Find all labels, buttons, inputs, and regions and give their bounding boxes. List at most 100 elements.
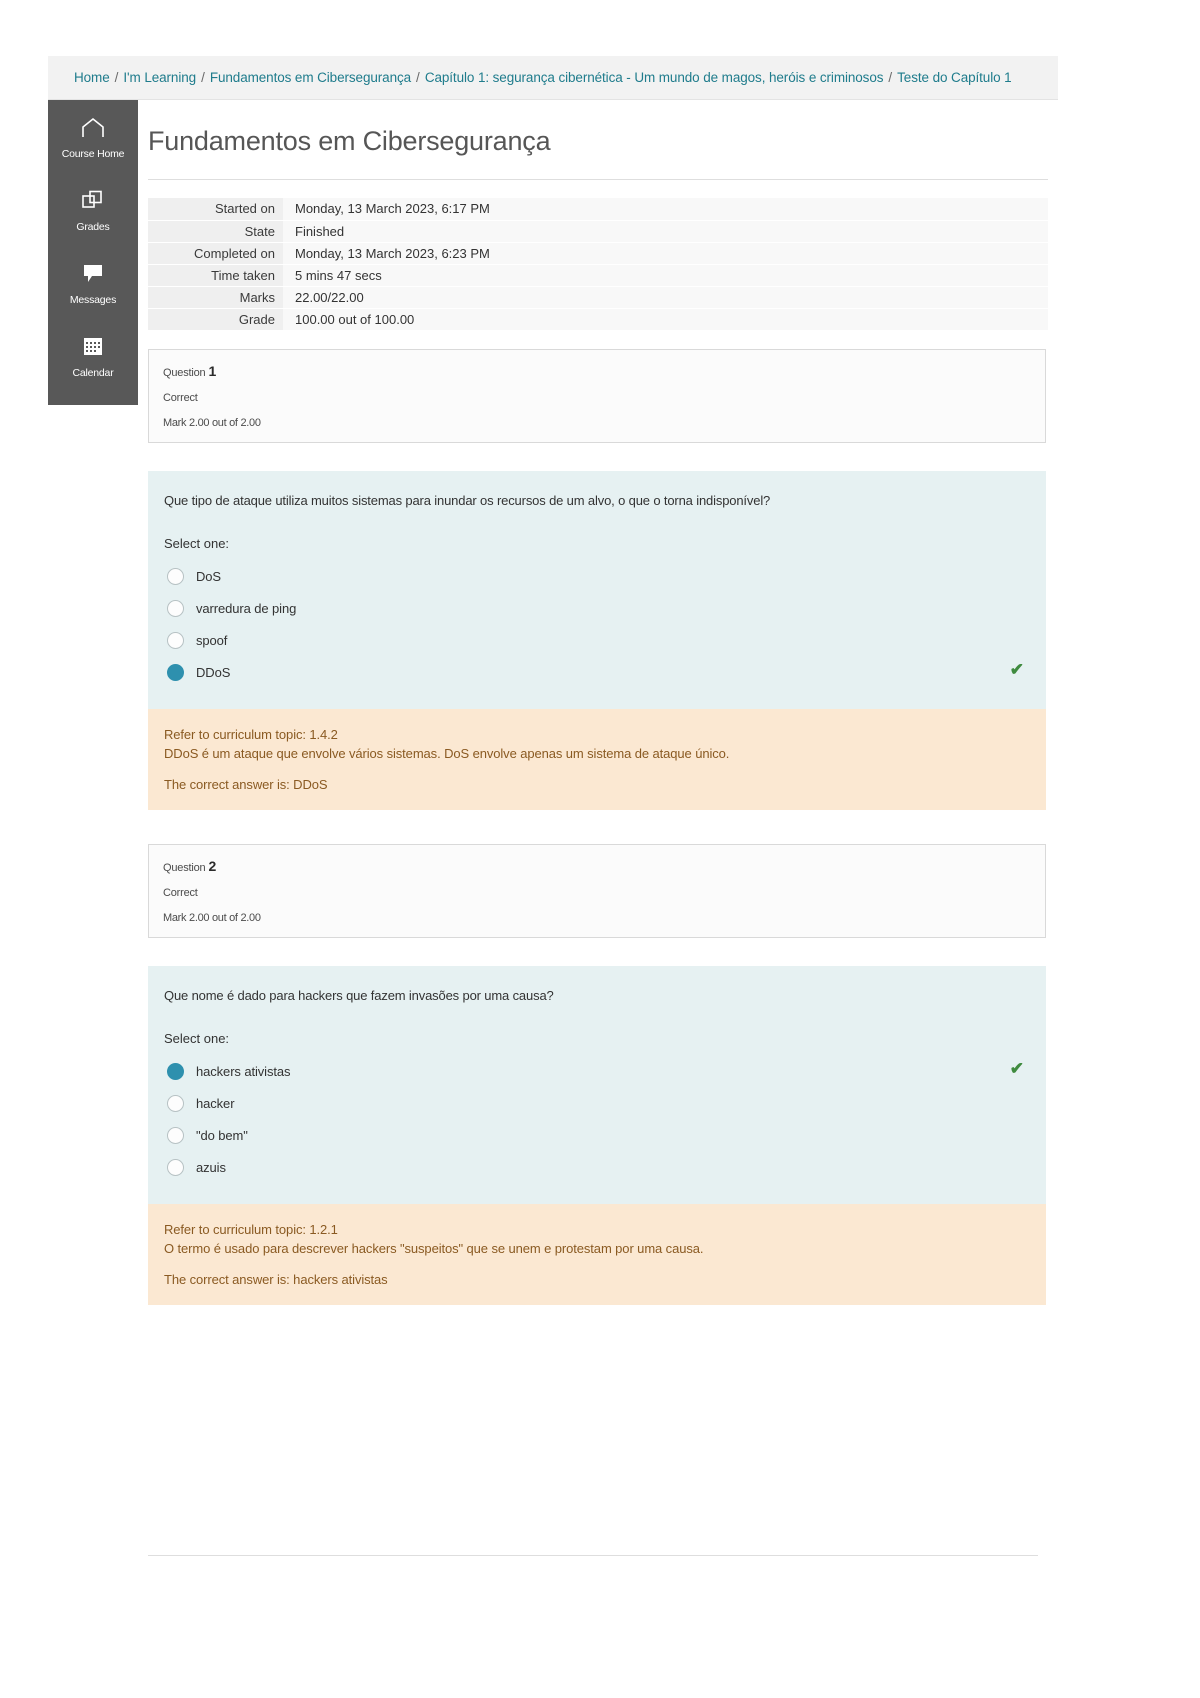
breadcrumb-separator: / <box>201 70 205 85</box>
table-row: Grade 100.00 out of 100.00 <box>148 308 1048 331</box>
breadcrumb-item-course[interactable]: Fundamentos em Cibersegurança <box>210 70 411 85</box>
answer-label: azuis <box>196 1160 226 1175</box>
breadcrumb-separator: / <box>888 70 893 85</box>
breadcrumb-item-quiz[interactable]: Teste do Capítulo 1 <box>897 70 1012 85</box>
correct-check-icon: ✔ <box>1009 659 1024 679</box>
answer-option[interactable]: "do bem" <box>164 1120 1030 1152</box>
sidebar-item-calendar-label: Calendar <box>72 367 114 379</box>
course-nav-rail: Course Home Grades Messages Calendar <box>48 100 138 405</box>
answer-option[interactable]: spoof <box>164 625 1030 657</box>
sidebar-item-messages[interactable]: Messages <box>48 246 138 319</box>
answer-label: "do bem" <box>196 1128 248 1143</box>
question-block-1: Question 1 Correct Mark 2.00 out of 2.00 … <box>148 348 1046 810</box>
answer-option[interactable]: azuis <box>164 1152 1030 1184</box>
question-text-2: Que nome é dado para hackers que fazem i… <box>164 987 554 1003</box>
radio-icon[interactable] <box>167 600 184 617</box>
table-row: Started on Monday, 13 March 2023, 6:17 P… <box>148 198 1048 221</box>
question-index: 1 <box>208 362 217 379</box>
question-mark-1: Mark 2.00 out of 2.00 <box>163 416 261 429</box>
radio-icon-selected[interactable] <box>167 1063 184 1080</box>
answer-option[interactable]: DDoS ✔ <box>164 657 1030 689</box>
select-one-label-2: Select one: <box>164 1030 230 1046</box>
question-label: Question <box>163 366 206 379</box>
answer-option[interactable]: DoS <box>164 561 1030 593</box>
calendar-icon <box>50 335 136 361</box>
summary-value: 22.00/22.00 <box>283 286 1048 309</box>
summary-key: Grade <box>148 308 283 331</box>
radio-icon[interactable] <box>167 568 184 585</box>
feedback-reference: Refer to curriculum topic: 1.4.2 <box>164 726 338 742</box>
question-body-1: Que tipo de ataque utiliza muitos sistem… <box>148 470 1046 709</box>
correct-check-icon: ✔ <box>1009 1058 1024 1078</box>
question-info-2: Question 2 Correct Mark 2.00 out of 2.00 <box>148 843 1046 938</box>
page-bottom-divider <box>148 1555 1038 1556</box>
radio-icon-selected[interactable] <box>167 664 184 681</box>
summary-key: Time taken <box>148 264 283 287</box>
question-body-2: Que nome é dado para hackers que fazem i… <box>148 965 1046 1204</box>
summary-key: Completed on <box>148 242 283 265</box>
summary-value: Monday, 13 March 2023, 6:23 PM <box>283 242 1048 265</box>
answer-label: varredura de ping <box>196 601 297 616</box>
sidebar-item-grades-label: Grades <box>76 221 110 233</box>
question-info-1: Question 1 Correct Mark 2.00 out of 2.00 <box>148 348 1046 443</box>
radio-icon[interactable] <box>167 1159 184 1176</box>
answer-label: spoof <box>196 633 228 648</box>
answer-label: hacker <box>196 1096 235 1111</box>
table-row: Completed on Monday, 13 March 2023, 6:23… <box>148 242 1048 265</box>
question-state-2: Correct <box>163 886 198 899</box>
breadcrumb-item-chapter[interactable]: Capítulo 1: segurança cibernética - Um m… <box>425 70 884 85</box>
feedback-explanation: DDoS é um ataque que envolve vários sist… <box>164 745 730 761</box>
feedback-reference: Refer to curriculum topic: 1.2.1 <box>164 1221 338 1237</box>
answer-list-2: hackers ativistas ✔ hacker "do bem" azui… <box>164 1056 1030 1184</box>
summary-value: Monday, 13 March 2023, 6:17 PM <box>283 198 1048 221</box>
radio-icon[interactable] <box>167 1095 184 1112</box>
question-index: 2 <box>208 857 217 874</box>
summary-value: 5 mins 47 secs <box>283 264 1048 287</box>
summary-key: Started on <box>148 198 283 221</box>
breadcrumb-item-home[interactable]: Home <box>74 70 110 85</box>
sidebar-item-grades[interactable]: Grades <box>48 173 138 246</box>
table-row: State Finished <box>148 220 1048 243</box>
question-state-1: Correct <box>163 391 198 404</box>
question-number-2: Question 2 <box>163 858 1031 874</box>
question-block-2: Question 2 Correct Mark 2.00 out of 2.00 … <box>148 843 1046 1305</box>
radio-icon[interactable] <box>167 632 184 649</box>
question-mark-2: Mark 2.00 out of 2.00 <box>163 911 261 924</box>
answer-label: DDoS <box>196 665 231 680</box>
question-text-1: Que tipo de ataque utiliza muitos sistem… <box>164 492 771 508</box>
summary-value: 100.00 out of 100.00 <box>283 308 1048 331</box>
answer-label: DoS <box>196 569 221 584</box>
answer-option[interactable]: hacker <box>164 1088 1030 1120</box>
title-divider <box>148 179 1048 180</box>
radio-icon[interactable] <box>167 1127 184 1144</box>
question-feedback-2: Refer to curriculum topic: 1.2.1 O termo… <box>148 1203 1046 1305</box>
grades-icon <box>50 189 136 215</box>
sidebar-item-messages-label: Messages <box>69 294 117 306</box>
feedback-correct-answer: The correct answer is: DDoS <box>164 776 328 792</box>
select-one-label-1: Select one: <box>164 535 230 551</box>
breadcrumb: Home / I'm Learning / Fundamentos em Cib… <box>48 56 1058 100</box>
answer-list-1: DoS varredura de ping spoof DDoS ✔ <box>164 561 1030 689</box>
question-label: Question <box>163 861 206 874</box>
answer-option[interactable]: varredura de ping <box>164 593 1030 625</box>
table-row: Time taken 5 mins 47 secs <box>148 264 1048 287</box>
question-number-1: Question 1 <box>163 363 1031 379</box>
main-content: Fundamentos em Cibersegurança Started on… <box>138 100 1058 1305</box>
page-title: Fundamentos em Cibersegurança <box>148 126 551 156</box>
breadcrumb-item-im-learning[interactable]: I'm Learning <box>123 70 196 85</box>
sidebar-item-calendar[interactable]: Calendar <box>48 319 138 392</box>
summary-value: Finished <box>283 220 1048 243</box>
messages-icon <box>50 262 136 288</box>
sidebar-item-course-home-label: Course Home <box>61 148 125 160</box>
sidebar-item-course-home[interactable]: Course Home <box>48 100 138 173</box>
home-icon <box>50 116 136 142</box>
summary-key: Marks <box>148 286 283 309</box>
answer-label: hackers ativistas <box>196 1064 291 1079</box>
answer-option[interactable]: hackers ativistas ✔ <box>164 1056 1030 1088</box>
table-row: Marks 22.00/22.00 <box>148 286 1048 309</box>
feedback-correct-answer: The correct answer is: hackers ativistas <box>164 1271 388 1287</box>
feedback-explanation: O termo é usado para descrever hackers "… <box>164 1240 704 1256</box>
summary-key: State <box>148 220 283 243</box>
quiz-summary-table: Started on Monday, 13 March 2023, 6:17 P… <box>148 198 1048 331</box>
breadcrumb-separator: / <box>114 70 119 85</box>
